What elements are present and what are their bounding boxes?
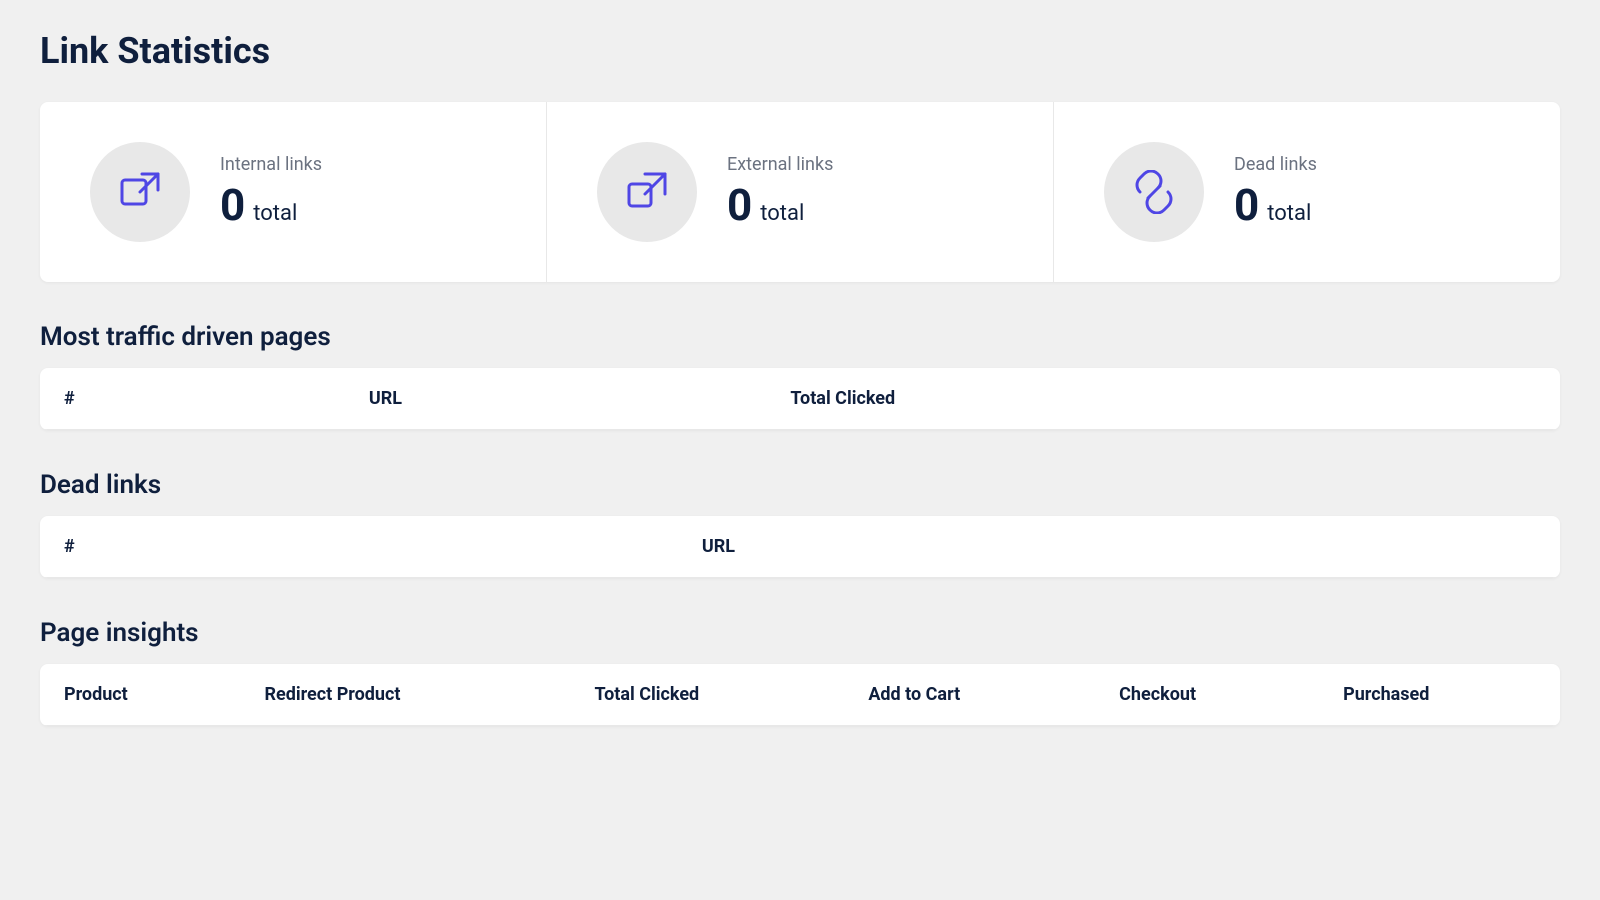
page-insights-header-row: Product Redirect Product Total Clicked A… [40, 664, 1560, 726]
dead-links-unit: total [1267, 201, 1311, 226]
page-insights-table-container: Product Redirect Product Total Clicked A… [40, 664, 1560, 726]
traffic-col-hash: # [40, 368, 345, 430]
dead-col-url: URL [678, 516, 1560, 578]
external-links-label: External links [727, 154, 833, 175]
external-links-number: 0 [727, 179, 752, 231]
dead-links-section-title: Dead links [40, 470, 1560, 500]
dead-links-value: 0 total [1234, 179, 1317, 231]
internal-links-label: Internal links [220, 154, 322, 175]
page-insights-title: Page insights [40, 618, 1560, 648]
insights-col-checkout: Checkout [1095, 664, 1319, 726]
page-title: Link Statistics [40, 30, 1560, 72]
dead-links-table-header-row: # URL [40, 516, 1560, 578]
traffic-table: # URL Total Clicked [40, 368, 1560, 430]
insights-col-clicked: Total Clicked [570, 664, 844, 726]
internal-links-info: Internal links 0 total [220, 154, 322, 231]
stats-row: Internal links 0 total External links 0 … [40, 102, 1560, 282]
dead-links-table-container: # URL [40, 516, 1560, 578]
dead-link-icon-circle [1104, 142, 1204, 242]
internal-link-icon [118, 170, 162, 214]
page-insights-table: Product Redirect Product Total Clicked A… [40, 664, 1560, 726]
dead-link-icon [1132, 170, 1176, 214]
traffic-table-container: # URL Total Clicked [40, 368, 1560, 430]
insights-col-purchased: Purchased [1319, 664, 1560, 726]
insights-col-product: Product [40, 664, 240, 726]
traffic-col-url: URL [345, 368, 767, 430]
internal-link-icon-circle [90, 142, 190, 242]
external-link-icon [625, 170, 669, 214]
dead-links-number: 0 [1234, 179, 1259, 231]
dead-links-table: # URL [40, 516, 1560, 578]
page-insights-section: Page insights Product Redirect Product T… [40, 618, 1560, 726]
dead-links-card: Dead links 0 total [1054, 102, 1560, 282]
dead-links-info: Dead links 0 total [1234, 154, 1317, 231]
external-links-value: 0 total [727, 179, 833, 231]
traffic-section-title: Most traffic driven pages [40, 322, 1560, 352]
external-links-card: External links 0 total [547, 102, 1054, 282]
dead-col-hash: # [40, 516, 678, 578]
insights-col-redirect: Redirect Product [240, 664, 570, 726]
dead-links-label: Dead links [1234, 154, 1317, 175]
external-link-icon-circle [597, 142, 697, 242]
internal-links-number: 0 [220, 179, 245, 231]
internal-links-value: 0 total [220, 179, 322, 231]
internal-links-card: Internal links 0 total [40, 102, 547, 282]
external-links-unit: total [760, 201, 804, 226]
traffic-table-header-row: # URL Total Clicked [40, 368, 1560, 430]
external-links-info: External links 0 total [727, 154, 833, 231]
internal-links-unit: total [253, 201, 297, 226]
traffic-col-clicked: Total Clicked [766, 368, 1560, 430]
insights-col-cart: Add to Cart [844, 664, 1095, 726]
